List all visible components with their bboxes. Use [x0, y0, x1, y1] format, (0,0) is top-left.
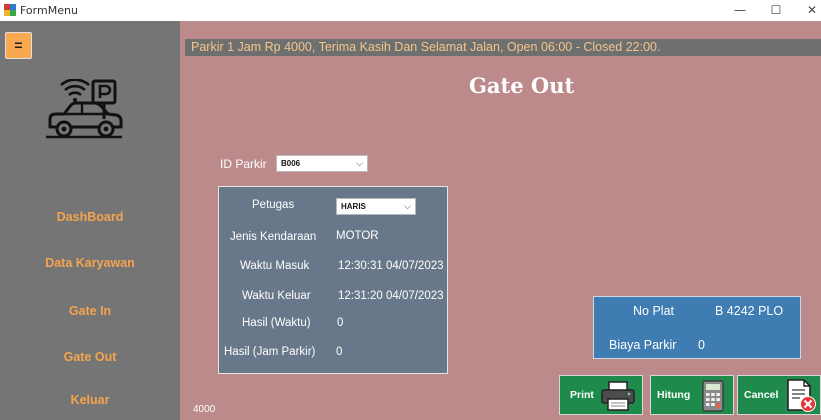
info-marquee: Parkir 1 Jam Rp 4000, Terima Kasih Dan S… [185, 39, 821, 56]
main-panel: Parkir 1 Jam Rp 4000, Terima Kasih Dan S… [180, 21, 821, 420]
id-parkir-label: ID Parkir [220, 157, 267, 171]
hasil-waktu-value: 0 [337, 317, 344, 329]
cancel-button[interactable]: Cancel [737, 375, 821, 415]
sidebar-item-gate-out[interactable]: Gate Out [0, 350, 180, 364]
id-parkir-value: B006 [281, 159, 301, 168]
hitung-button[interactable]: Hitung [650, 375, 734, 415]
id-parkir-select[interactable]: B006 ⌵ [276, 155, 368, 172]
print-button-label: Print [570, 389, 594, 401]
sidebar-item-gate-in[interactable]: Gate In [0, 304, 180, 318]
petugas-select[interactable]: HARIS ⌵ [336, 198, 416, 215]
hitung-button-label: Hitung [657, 389, 691, 401]
minimize-button[interactable]: — [722, 0, 758, 21]
calculator-icon [702, 380, 724, 412]
tariff-value: 4000 [193, 404, 216, 415]
app-icon [4, 4, 16, 16]
cancel-document-icon [787, 379, 816, 412]
petugas-label: Petugas [252, 199, 295, 211]
biaya-parkir-value: 0 [698, 338, 705, 352]
cancel-button-label: Cancel [744, 389, 779, 401]
jenis-kendaraan-label: Jenis Kendaraan [230, 231, 317, 243]
plate-summary-panel: No Plat B 4242 PLO Biaya Parkir 0 [593, 296, 801, 359]
window-title: FormMenu [20, 4, 78, 17]
close-button[interactable]: ✕ [794, 0, 821, 21]
waktu-keluar-label: Waktu Keluar [242, 290, 311, 302]
waktu-masuk-label: Waktu Masuk [240, 260, 310, 272]
window-titlebar: FormMenu — ☐ ✕ [0, 0, 821, 21]
hasil-waktu-label: Hasil (Waktu) [242, 317, 311, 329]
chevron-down-icon: ⌵ [356, 158, 363, 168]
printer-icon [601, 381, 635, 411]
waktu-masuk-value: 12:30:31 04/07/2023 [338, 260, 444, 272]
no-plat-value: B 4242 PLO [715, 304, 784, 318]
page-title: Gate Out [469, 73, 575, 98]
chevron-down-icon: ⌵ [404, 201, 411, 211]
jenis-kendaraan-value: MOTOR [336, 230, 379, 242]
no-plat-label: No Plat [633, 304, 674, 318]
parking-details-panel: Petugas HARIS ⌵ Jenis Kendaraan MOTOR Wa… [218, 186, 448, 374]
petugas-value: HARIS [341, 202, 366, 211]
biaya-parkir-label: Biaya Parkir [609, 338, 677, 352]
waktu-keluar-value: 12:31:20 04/07/2023 [338, 290, 444, 302]
hasil-jam-parkir-label: Hasil (Jam Parkir) [224, 346, 316, 358]
hasil-jam-parkir-value: 0 [336, 346, 343, 358]
maximize-button[interactable]: ☐ [758, 0, 794, 21]
menu-toggle-button[interactable]: = [5, 32, 32, 59]
sidebar-item-data-karyawan[interactable]: Data Karyawan [0, 256, 180, 270]
print-button[interactable]: Print [559, 375, 643, 415]
sidebar: = DashBoard Data Karyawan Gate In Gate O… [0, 21, 180, 420]
car-parking-wifi-icon [46, 79, 123, 139]
sidebar-item-keluar[interactable]: Keluar [0, 393, 180, 407]
sidebar-item-dashboard[interactable]: DashBoard [0, 210, 180, 224]
